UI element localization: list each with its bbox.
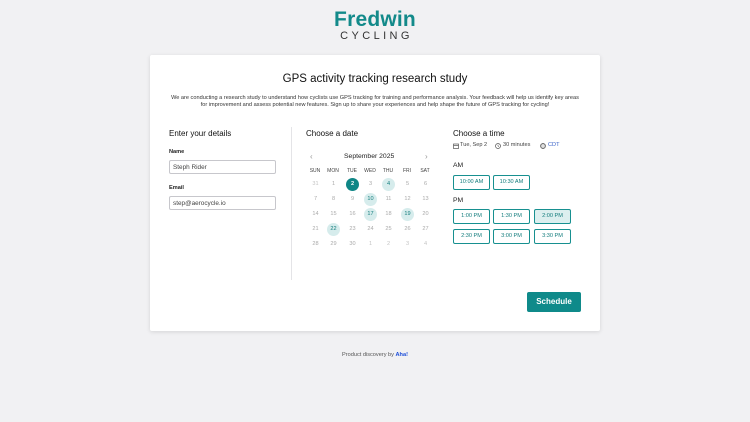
am-label: AM [453, 162, 464, 169]
email-field[interactable]: step@aerocycle.io [169, 196, 276, 210]
calendar-day: 11 [385, 196, 392, 202]
weekday-header: FRI [402, 168, 412, 174]
time-slot-button[interactable]: 2:30 PM [453, 229, 490, 244]
date-heading: Choose a date [306, 129, 359, 138]
chevron-left-icon[interactable]: ‹ [310, 152, 313, 161]
column-divider [291, 127, 292, 280]
logo-wordmark: Fredwin [334, 8, 416, 31]
calendar-day[interactable]: 19 [401, 208, 414, 221]
calendar-day: 4 [423, 241, 428, 247]
calendar-day: 3 [405, 241, 410, 247]
calendar-day: 3 [368, 181, 373, 187]
calendar-day: 31 [312, 181, 319, 187]
logo-subtitle: CYCLING [340, 30, 413, 42]
calendar-day: 15 [330, 211, 337, 217]
calendar-day[interactable]: 17 [364, 208, 377, 221]
calendar-day: 21 [312, 226, 319, 232]
duration: 30 minutes [503, 142, 531, 148]
footer-text: Product discovery by [342, 352, 394, 358]
time-heading: Choose a time [453, 129, 505, 138]
pm-label: PM [453, 197, 464, 204]
calendar-day: 20 [422, 211, 429, 217]
footer: Product discovery by Aha! [0, 352, 750, 358]
time-slot-button[interactable]: 1:30 PM [493, 209, 530, 224]
calendar-day: 2 [386, 241, 391, 247]
calendar-day: 1 [368, 241, 373, 247]
calendar-day[interactable]: 2 [346, 178, 359, 191]
calendar-day[interactable]: 4 [382, 178, 395, 191]
calendar-icon [453, 143, 459, 149]
clock-icon [495, 143, 501, 149]
calendar-day: 8 [331, 196, 336, 202]
weekday-header: THU [382, 168, 394, 174]
calendar-day: 18 [385, 211, 392, 217]
calendar-day: 30 [349, 241, 356, 247]
schedule-button[interactable]: Schedule [527, 292, 581, 312]
calendar-day: 7 [313, 196, 318, 202]
weekday-header: SUN [309, 168, 321, 174]
signup-card: GPS activity tracking research study We … [150, 55, 600, 331]
calendar-day: 14 [312, 211, 319, 217]
time-slot-button[interactable]: 3:30 PM [534, 229, 571, 244]
email-label: Email [169, 185, 184, 191]
time-slot-button[interactable]: 10:30 AM [493, 175, 530, 190]
chevron-right-icon[interactable]: › [425, 152, 428, 161]
calendar-day[interactable]: 10 [364, 193, 377, 206]
calendar-month: September 2025 [344, 153, 395, 160]
name-label: Name [169, 149, 185, 155]
details-heading: Enter your details [169, 129, 232, 138]
calendar-day: 16 [349, 211, 356, 217]
weekday-header: MON [327, 168, 339, 174]
aha-brand-link[interactable]: Aha! [396, 352, 408, 358]
timezone-link[interactable]: CDT [548, 142, 560, 148]
time-slot-button[interactable]: 10:00 AM [453, 175, 490, 190]
weekday-header: SAT [420, 168, 430, 174]
calendar-day: 6 [423, 181, 428, 187]
time-slot-button[interactable]: 3:00 PM [493, 229, 530, 244]
intro-text: We are conducting a research study to un… [171, 95, 579, 109]
calendar-day: 27 [422, 226, 429, 232]
page-title: GPS activity tracking research study [282, 73, 468, 85]
name-field[interactable]: Steph Rider [169, 160, 276, 174]
calendar-day: 5 [405, 181, 410, 187]
calendar-day: 24 [367, 226, 374, 232]
calendar-day: 29 [330, 241, 337, 247]
calendar-day: 23 [349, 226, 356, 232]
calendar-day: 25 [385, 226, 392, 232]
selected-date: Tue, Sep 2 [460, 142, 488, 148]
calendar-day: 28 [312, 241, 319, 247]
calendar-day: 26 [404, 226, 411, 232]
calendar-day: 12 [404, 196, 411, 202]
weekday-header: TUE [347, 168, 357, 174]
brand-logo: Fredwin CYCLING [0, 8, 750, 42]
calendar-day: 9 [350, 196, 355, 202]
time-slot-button[interactable]: 2:00 PM [534, 209, 571, 224]
globe-icon [540, 143, 546, 149]
time-slot-button[interactable]: 1:00 PM [453, 209, 490, 224]
weekday-header: WED [364, 168, 376, 174]
calendar-day: 1 [331, 181, 336, 187]
calendar-day[interactable]: 22 [327, 223, 340, 236]
calendar-day: 13 [422, 196, 429, 202]
